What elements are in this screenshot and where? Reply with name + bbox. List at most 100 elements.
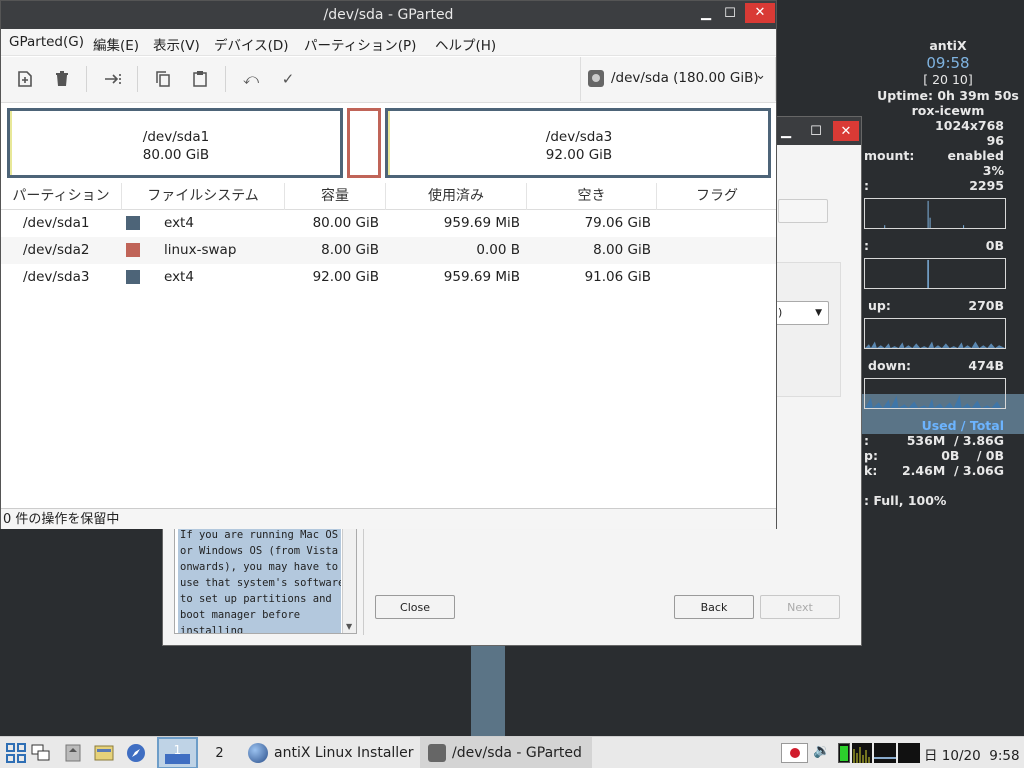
conky-automount-value: enabled bbox=[947, 148, 1004, 163]
cell-free: 8.00 GiB bbox=[593, 242, 651, 258]
copy-icon[interactable] bbox=[152, 68, 174, 90]
next-button[interactable]: Next bbox=[760, 595, 840, 619]
task-installer[interactable]: antiX Linux Installer bbox=[244, 737, 416, 768]
toolbar-separator bbox=[137, 66, 138, 92]
workspace-window-preview bbox=[165, 754, 190, 764]
close-icon[interactable]: ✕ bbox=[833, 121, 859, 141]
menu-partition[interactable]: パーティション(P) bbox=[304, 34, 416, 54]
toolbar-separator bbox=[225, 66, 226, 92]
conky-proc-label: : bbox=[864, 178, 869, 193]
table-row[interactable]: /dev/sda1 ext4 80.00 GiB 959.69 MiB 79.0… bbox=[1, 210, 776, 237]
background-decoration bbox=[471, 646, 505, 736]
column-free[interactable]: 空き bbox=[527, 183, 657, 210]
conky-ram-value: 536M / 3.86G bbox=[906, 433, 1004, 448]
task-gparted-label: /dev/sda - GParted bbox=[452, 745, 582, 761]
volume-icon[interactable]: 🔉 bbox=[813, 743, 833, 763]
workspace-1[interactable]: 1 bbox=[157, 737, 198, 768]
filesystem-color-swatch bbox=[126, 243, 140, 257]
conky-disk-graph bbox=[864, 258, 1006, 289]
keyboard-layout-flag-icon[interactable] bbox=[781, 743, 808, 763]
status-bar: 0 件の操作を保留中 bbox=[1, 508, 776, 529]
cpu-monitor-icon[interactable] bbox=[852, 743, 872, 763]
partition-map-size: 92.00 GiB bbox=[545, 147, 613, 163]
minimize-icon[interactable]: ▁ bbox=[775, 121, 797, 141]
conky-disk2-value: 2.46M / 3.06G bbox=[901, 463, 1004, 478]
gparted-titlebar[interactable]: /dev/sda - GParted ▁ ☐ ✕ bbox=[1, 1, 776, 29]
resize-move-icon[interactable] bbox=[102, 68, 124, 90]
network-monitor-icon[interactable] bbox=[898, 743, 920, 763]
partition-map: /dev/sda1 80.00 GiB /dev/sda3 92.00 GiB bbox=[1, 104, 776, 181]
conky-cpu-graph bbox=[864, 198, 1006, 229]
toolbar: ⤺ ✓ /dev/sda (180.00 GiB) ⌄ bbox=[1, 57, 776, 103]
new-partition-icon[interactable] bbox=[14, 68, 36, 90]
device-selector[interactable]: /dev/sda (180.00 GiB) ⌄ bbox=[580, 57, 776, 101]
conky-down-label: down: bbox=[868, 358, 911, 373]
menu-help[interactable]: ヘルプ(H) bbox=[435, 34, 496, 54]
column-filesystem[interactable]: ファイルシステム bbox=[122, 183, 285, 210]
memory-monitor-icon[interactable] bbox=[874, 743, 896, 763]
menu-gparted[interactable]: GParted(G) bbox=[9, 34, 84, 50]
conky-date: [ 20 10] bbox=[923, 72, 973, 87]
close-button[interactable]: Close bbox=[375, 595, 455, 619]
apply-icon[interactable]: ✓ bbox=[277, 68, 299, 90]
conky-cpu-value: 3% bbox=[982, 163, 1004, 178]
globe-icon bbox=[248, 743, 268, 763]
conky-used-total: Used / Total bbox=[921, 418, 1004, 433]
cell-filesystem: linux-swap bbox=[164, 242, 237, 258]
gparted-disk-icon bbox=[428, 744, 446, 762]
menu-device[interactable]: デバイス(D) bbox=[214, 34, 289, 54]
delete-icon[interactable] bbox=[51, 68, 73, 90]
menubar: GParted(G) 編集(E) 表示(V) デバイス(D) パーティション(P… bbox=[1, 29, 776, 56]
cell-free: 79.06 GiB bbox=[584, 215, 651, 231]
cell-partition: /dev/sda2 bbox=[23, 242, 90, 258]
scroll-down-icon[interactable]: ▼ bbox=[346, 622, 352, 631]
column-size[interactable]: 容量 bbox=[285, 183, 386, 210]
filesystem-color-swatch bbox=[126, 270, 140, 284]
help-scrollbar[interactable]: ▼ bbox=[342, 523, 356, 633]
partition-map-sda3[interactable]: /dev/sda3 92.00 GiB bbox=[385, 108, 771, 178]
window-title: /dev/sda - GParted bbox=[323, 7, 454, 23]
gparted-window: /dev/sda - GParted ▁ ☐ ✕ GParted(G) 編集(E… bbox=[0, 0, 777, 529]
maximize-icon[interactable]: ☐ bbox=[719, 4, 741, 24]
partition-map-size: 80.00 GiB bbox=[142, 147, 210, 163]
file-manager-icon[interactable] bbox=[92, 742, 116, 764]
conky-disk-label: : bbox=[864, 238, 869, 253]
paste-icon[interactable] bbox=[189, 68, 211, 90]
task-gparted[interactable]: /dev/sda - GParted bbox=[420, 737, 592, 768]
workspace-2[interactable]: 2 bbox=[199, 737, 240, 768]
undo-icon[interactable]: ⤺ bbox=[240, 68, 262, 90]
installer-help-text: If you are running Mac OS or Windows OS … bbox=[178, 527, 341, 633]
conky-wm: rox-icewm bbox=[911, 103, 985, 118]
cell-used: 959.69 MiB bbox=[443, 269, 520, 285]
start-menu-icon[interactable] bbox=[4, 742, 28, 764]
close-icon[interactable]: ✕ bbox=[745, 3, 775, 23]
column-used[interactable]: 使用済み bbox=[386, 183, 527, 210]
window-list-icon[interactable] bbox=[29, 742, 53, 764]
conky-swap-value: 0B / 0B bbox=[941, 448, 1004, 463]
minimize-icon[interactable]: ▁ bbox=[695, 4, 717, 24]
cell-size: 80.00 GiB bbox=[312, 215, 379, 231]
conky-up-graph bbox=[864, 318, 1006, 349]
column-partition[interactable]: パーティション bbox=[1, 183, 122, 210]
partition-map-sda2[interactable] bbox=[347, 108, 381, 178]
partition-map-name: /dev/sda3 bbox=[545, 129, 613, 145]
workspace-2-label: 2 bbox=[215, 745, 224, 761]
cell-partition: /dev/sda3 bbox=[23, 269, 90, 285]
partition-map-name: /dev/sda1 bbox=[142, 129, 210, 145]
filesystem-color-swatch bbox=[126, 216, 140, 230]
menu-view[interactable]: 表示(V) bbox=[153, 34, 200, 54]
maximize-icon[interactable]: ☐ bbox=[805, 121, 827, 141]
column-flags[interactable]: フラグ bbox=[657, 183, 777, 210]
menu-edit[interactable]: 編集(E) bbox=[93, 34, 139, 54]
show-desktop-icon[interactable] bbox=[61, 742, 85, 764]
taskbar-clock[interactable]: 日 10/20 9:58 bbox=[924, 744, 1020, 764]
table-row[interactable]: /dev/sda3 ext4 92.00 GiB 959.69 MiB 91.0… bbox=[1, 264, 776, 291]
partition-map-sda1[interactable]: /dev/sda1 80.00 GiB bbox=[7, 108, 343, 178]
battery-monitor-icon[interactable] bbox=[838, 743, 850, 763]
partition-table-header: パーティション ファイルシステム 容量 使用済み 空き フラグ bbox=[1, 183, 776, 210]
toolbar-separator bbox=[86, 66, 87, 92]
cell-size: 8.00 GiB bbox=[321, 242, 379, 258]
browser-icon[interactable] bbox=[124, 742, 148, 764]
back-button[interactable]: Back bbox=[674, 595, 754, 619]
table-row[interactable]: /dev/sda2 linux-swap 8.00 GiB 0.00 B 8.0… bbox=[1, 237, 776, 264]
